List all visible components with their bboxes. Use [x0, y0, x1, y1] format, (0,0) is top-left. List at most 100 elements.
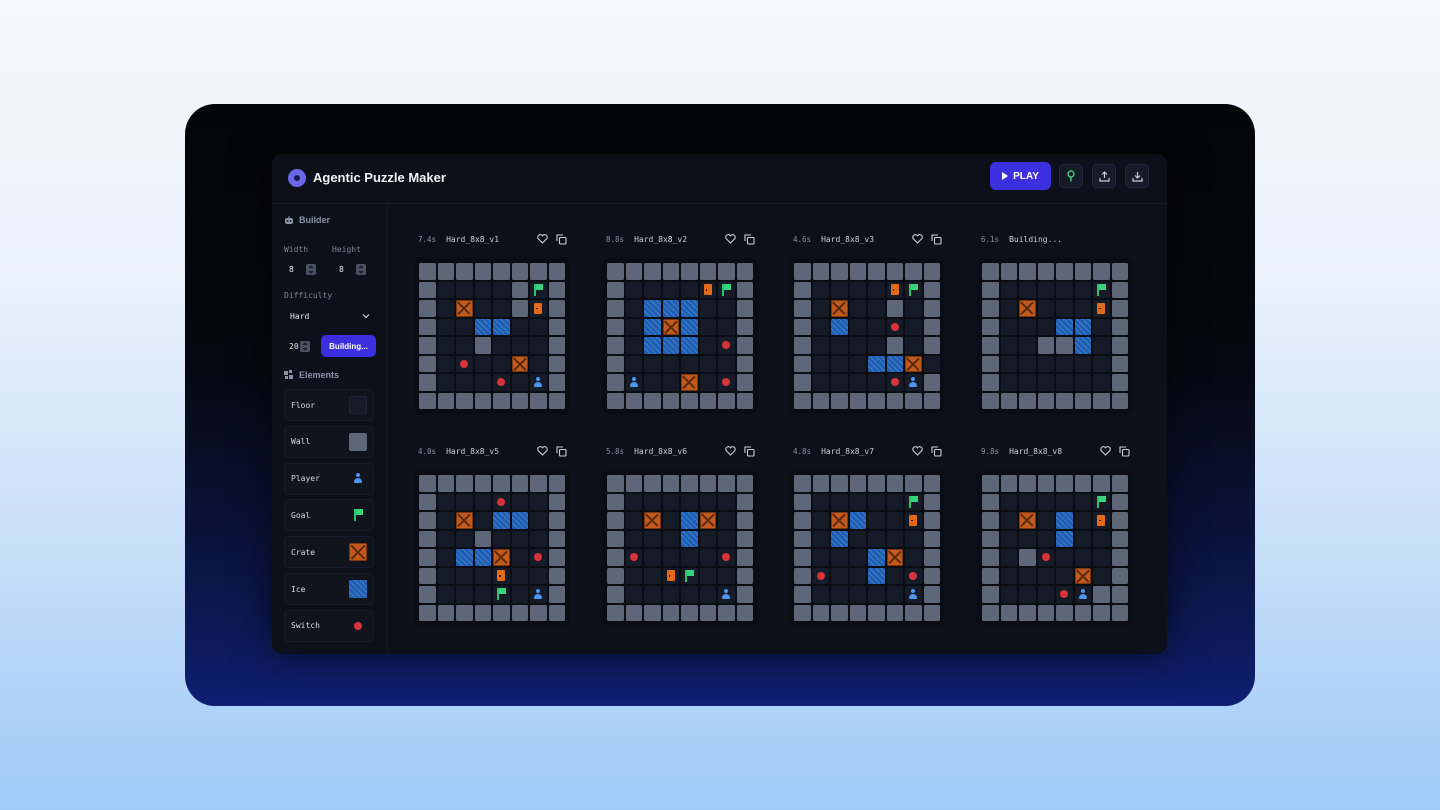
- grid-cell: [1074, 586, 1091, 603]
- heart-icon[interactable]: [537, 234, 548, 244]
- play-button[interactable]: PLAY: [990, 162, 1051, 190]
- grid-cell: [456, 300, 473, 317]
- grid-cell: [923, 355, 940, 372]
- grid-cell: [681, 567, 698, 584]
- grid-cell: [849, 493, 866, 510]
- flag-icon: [908, 283, 918, 296]
- grid-cell: [530, 300, 547, 317]
- puzzle-board[interactable]: [602, 470, 758, 626]
- puzzle-board[interactable]: [789, 470, 945, 626]
- grid-cell: [1074, 604, 1091, 621]
- grid-cell: [849, 549, 866, 566]
- puzzle-board[interactable]: [602, 258, 758, 414]
- width-value: 8: [289, 264, 294, 274]
- grid-cell: [437, 604, 454, 621]
- grid-cell: [1019, 530, 1036, 547]
- grid-cell: [868, 549, 885, 566]
- build-button[interactable]: Building...: [321, 335, 376, 357]
- crate-icon: [349, 543, 367, 562]
- switch-dot-icon: [497, 378, 506, 387]
- play-label: PLAY: [1013, 170, 1039, 182]
- element-item-ice[interactable]: Ice: [284, 573, 374, 605]
- grid-cell: [493, 263, 510, 280]
- grid-cell: [607, 392, 624, 409]
- copy-icon[interactable]: [931, 234, 942, 245]
- copy-icon[interactable]: [556, 234, 567, 245]
- pin-button[interactable]: [1059, 164, 1083, 188]
- element-item-player[interactable]: Player: [284, 462, 374, 495]
- grid-cell: [607, 300, 624, 317]
- element-item-floor[interactable]: Floor: [284, 389, 374, 421]
- heart-icon[interactable]: [537, 446, 548, 456]
- heart-icon[interactable]: [912, 234, 923, 244]
- grid-cell: [474, 355, 491, 372]
- player-icon: [629, 376, 639, 388]
- grid-cell: [868, 493, 885, 510]
- switch-dot-icon: [722, 553, 731, 562]
- grid-cell: [548, 281, 565, 298]
- grid-cell: [511, 475, 528, 492]
- copy-icon[interactable]: [1119, 446, 1130, 457]
- puzzle-card-header: 7.4s Hard_8x8_v1: [418, 232, 499, 246]
- grid-cell: [644, 586, 661, 603]
- element-item-switch[interactable]: Switch: [284, 609, 374, 642]
- puzzle-board[interactable]: [414, 470, 570, 626]
- grid-cell: [886, 281, 903, 298]
- grid-cell: [644, 392, 661, 409]
- element-item-wall[interactable]: Wall: [284, 425, 374, 458]
- grid-cell: [812, 355, 829, 372]
- grid-cell: [607, 493, 624, 510]
- heart-icon[interactable]: [1100, 446, 1111, 456]
- grid-cell: [982, 530, 999, 547]
- puzzle-board[interactable]: [414, 258, 570, 414]
- grid-cell: [1093, 549, 1110, 566]
- copy-icon[interactable]: [931, 446, 942, 457]
- puzzle-name: Hard_8x8_v5: [446, 446, 500, 456]
- width-input[interactable]: 8: [284, 261, 320, 277]
- copy-icon[interactable]: [744, 446, 755, 457]
- heart-icon[interactable]: [725, 234, 736, 244]
- grid-cell: [1056, 567, 1073, 584]
- count-stepper[interactable]: [300, 341, 310, 352]
- grid-cell: [868, 300, 885, 317]
- grid-cell: [1037, 318, 1054, 335]
- height-input[interactable]: 8: [334, 261, 370, 277]
- heart-icon[interactable]: [912, 446, 923, 456]
- grid-cell: [419, 337, 436, 354]
- grid-cell: [1037, 567, 1054, 584]
- download-button[interactable]: [1125, 164, 1149, 188]
- grid-cell: [474, 567, 491, 584]
- difficulty-select[interactable]: Hard: [284, 307, 376, 325]
- grid-cell: [794, 475, 811, 492]
- count-input[interactable]: 20: [284, 338, 314, 354]
- grid-cell: [662, 337, 679, 354]
- grid-cell: [1056, 493, 1073, 510]
- grid-cell: [1056, 549, 1073, 566]
- heart-icon[interactable]: [725, 446, 736, 456]
- grid-cell: [831, 374, 848, 391]
- grid-cell: [437, 392, 454, 409]
- puzzle-board[interactable]: [977, 258, 1133, 414]
- element-item-crate[interactable]: Crate: [284, 536, 374, 569]
- grid-cell: [474, 493, 491, 510]
- grid-cell: [548, 530, 565, 547]
- copy-icon[interactable]: [744, 234, 755, 245]
- height-stepper[interactable]: [356, 264, 366, 275]
- grid-cell: [982, 281, 999, 298]
- grid-cell: [437, 318, 454, 335]
- element-item-goal[interactable]: Goal: [284, 499, 374, 532]
- grid-cell: [794, 586, 811, 603]
- grid-cell: [1056, 263, 1073, 280]
- width-stepper[interactable]: [306, 264, 316, 275]
- grid-cell: [511, 549, 528, 566]
- copy-icon[interactable]: [556, 446, 567, 457]
- upload-button[interactable]: [1092, 164, 1116, 188]
- grid-cell: [886, 318, 903, 335]
- grid-cell: [437, 493, 454, 510]
- grid-cell: [1037, 337, 1054, 354]
- grid-cell: [905, 530, 922, 547]
- puzzle-board[interactable]: [789, 258, 945, 414]
- puzzle-board[interactable]: [977, 470, 1133, 626]
- grid-cell: [644, 300, 661, 317]
- grid-cell: [681, 374, 698, 391]
